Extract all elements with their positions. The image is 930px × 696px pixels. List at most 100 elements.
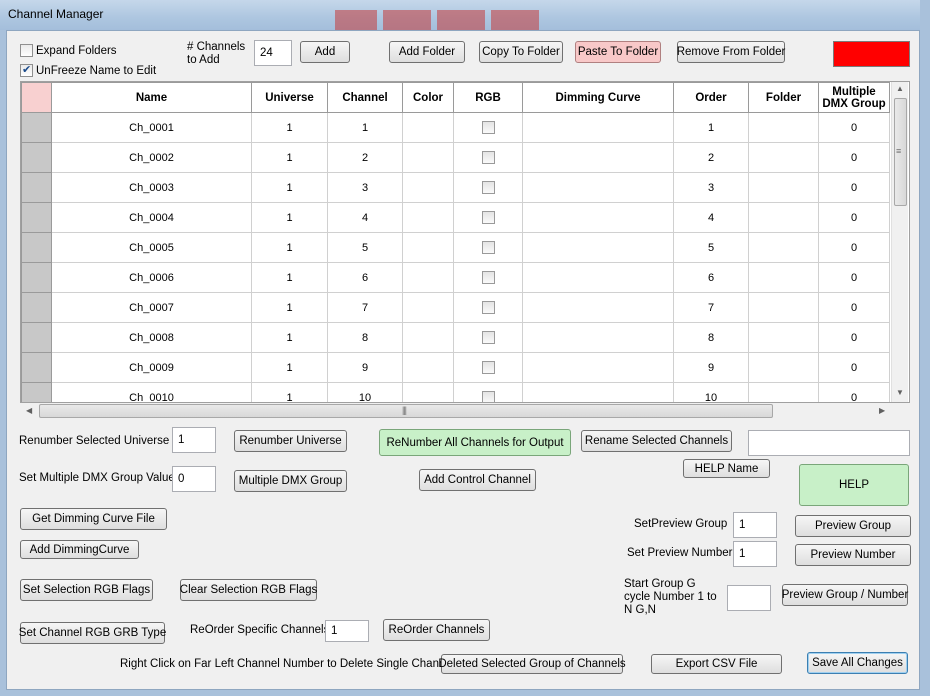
rename-input[interactable] <box>748 430 910 456</box>
expand-folders-checkbox[interactable]: Expand Folders <box>20 44 117 57</box>
cell-dimming-curve[interactable] <box>522 172 674 203</box>
cell-channel[interactable]: 5 <box>327 232 403 263</box>
cell-order[interactable]: 8 <box>673 322 749 353</box>
cell-universe[interactable]: 1 <box>251 262 328 293</box>
table-row[interactable]: Ch_0010 1 10 10 0 <box>21 382 890 402</box>
cell-rgb[interactable] <box>453 142 523 173</box>
row-header-cell[interactable] <box>21 112 52 143</box>
save-all-changes-button[interactable]: Save All Changes <box>807 652 908 674</box>
cell-folder[interactable] <box>748 382 819 402</box>
copy-to-folder-button[interactable]: Copy To Folder <box>479 41 563 63</box>
cell-channel[interactable]: 2 <box>327 142 403 173</box>
row-header-cell[interactable] <box>21 322 52 353</box>
cell-order[interactable]: 3 <box>673 172 749 203</box>
grid-vertical-scrollbar[interactable]: ▲ ≡ ▼ <box>891 82 908 402</box>
cell-name[interactable]: Ch_0004 <box>51 202 252 233</box>
paste-to-folder-button[interactable]: Paste To Folder <box>575 41 661 63</box>
cell-name[interactable]: Ch_0009 <box>51 352 252 383</box>
cell-rgb[interactable] <box>453 352 523 383</box>
row-header-cell[interactable] <box>21 232 52 263</box>
column-header-color[interactable]: Color <box>402 82 454 113</box>
cell-folder[interactable] <box>748 172 819 203</box>
cell-rgb[interactable] <box>453 172 523 203</box>
cell-channel[interactable]: 6 <box>327 262 403 293</box>
cell-color[interactable] <box>402 202 454 233</box>
renumber-universe-input[interactable] <box>172 427 216 453</box>
cell-universe[interactable]: 1 <box>251 382 328 402</box>
cell-universe[interactable]: 1 <box>251 322 328 353</box>
cell-channel[interactable]: 10 <box>327 382 403 402</box>
preview-number-button[interactable]: Preview Number <box>795 544 911 566</box>
cell-multiple-dmx-group[interactable]: 0 <box>818 382 890 402</box>
cell-order[interactable]: 5 <box>673 232 749 263</box>
cell-channel[interactable]: 4 <box>327 202 403 233</box>
cell-multiple-dmx-group[interactable]: 0 <box>818 172 890 203</box>
rgb-checkbox[interactable] <box>481 391 495 402</box>
column-header-multiple-dmx-group[interactable]: Multiple DMX Group <box>818 82 890 113</box>
cell-color[interactable] <box>402 232 454 263</box>
cell-dimming-curve[interactable] <box>522 352 674 383</box>
cell-multiple-dmx-group[interactable]: 0 <box>818 322 890 353</box>
table-row[interactable]: Ch_0009 1 9 9 0 <box>21 352 890 383</box>
cell-universe[interactable]: 1 <box>251 172 328 203</box>
cell-rgb[interactable] <box>453 202 523 233</box>
clear-selection-rgb-flags-button[interactable]: Clear Selection RGB Flags <box>180 579 317 601</box>
cell-multiple-dmx-group[interactable]: 0 <box>818 352 890 383</box>
column-header-order[interactable]: Order <box>673 82 749 113</box>
cell-folder[interactable] <box>748 112 819 143</box>
rgb-checkbox[interactable] <box>481 271 495 284</box>
channel-grid[interactable]: Name Universe Channel Color RGB Dimming … <box>20 81 910 403</box>
cell-name[interactable]: Ch_0008 <box>51 322 252 353</box>
cell-multiple-dmx-group[interactable]: 0 <box>818 112 890 143</box>
cell-channel[interactable]: 8 <box>327 322 403 353</box>
grid-horizontal-scrollbar[interactable]: ◀ ||| ▶ <box>21 403 891 419</box>
multiple-dmx-group-button[interactable]: Multiple DMX Group <box>234 470 347 492</box>
row-header-cell[interactable] <box>21 142 52 173</box>
grid-corner-cell[interactable] <box>21 82 52 113</box>
cell-universe[interactable]: 1 <box>251 112 328 143</box>
cell-channel[interactable]: 3 <box>327 172 403 203</box>
unfreeze-name-checkbox[interactable]: UnFreeze Name to Edit <box>20 63 156 77</box>
table-row[interactable]: Ch_0008 1 8 8 0 <box>21 322 890 353</box>
rgb-checkbox[interactable] <box>481 361 495 374</box>
scroll-left-arrow-icon[interactable]: ◀ <box>26 406 32 415</box>
cell-dimming-curve[interactable] <box>522 262 674 293</box>
cell-dimming-curve[interactable] <box>522 382 674 402</box>
cell-folder[interactable] <box>748 292 819 323</box>
renumber-all-channels-button[interactable]: ReNumber All Channels for Output <box>379 429 571 456</box>
cell-multiple-dmx-group[interactable]: 0 <box>818 232 890 263</box>
cell-color[interactable] <box>402 352 454 383</box>
row-header-cell[interactable] <box>21 292 52 323</box>
rgb-checkbox[interactable] <box>481 241 495 254</box>
cell-name[interactable]: Ch_0006 <box>51 262 252 293</box>
cell-rgb[interactable] <box>453 292 523 323</box>
cell-dimming-curve[interactable] <box>522 292 674 323</box>
scroll-right-arrow-icon[interactable]: ▶ <box>879 406 885 415</box>
rgb-checkbox[interactable] <box>481 211 495 224</box>
table-row[interactable]: Ch_0007 1 7 7 0 <box>21 292 890 323</box>
cell-rgb[interactable] <box>453 112 523 143</box>
cell-color[interactable] <box>402 322 454 353</box>
color-swatch[interactable] <box>833 41 910 67</box>
add-dimming-curve-button[interactable]: Add DimmingCurve <box>20 540 139 559</box>
export-csv-file-button[interactable]: Export CSV File <box>651 654 782 674</box>
cell-dimming-curve[interactable] <box>522 112 674 143</box>
cell-folder[interactable] <box>748 262 819 293</box>
cell-order[interactable]: 7 <box>673 292 749 323</box>
preview-group-number-button[interactable]: Preview Group / Number <box>782 584 908 606</box>
reorder-input[interactable] <box>325 620 369 642</box>
cell-dimming-curve[interactable] <box>522 322 674 353</box>
rgb-checkbox[interactable] <box>481 151 495 164</box>
cell-dimming-curve[interactable] <box>522 232 674 263</box>
cell-multiple-dmx-group[interactable]: 0 <box>818 262 890 293</box>
row-header-cell[interactable] <box>21 172 52 203</box>
cell-order[interactable]: 1 <box>673 112 749 143</box>
add-button[interactable]: Add <box>300 41 350 63</box>
row-header-cell[interactable] <box>21 382 52 402</box>
cell-channel[interactable]: 9 <box>327 352 403 383</box>
cell-color[interactable] <box>402 112 454 143</box>
cell-universe[interactable]: 1 <box>251 352 328 383</box>
row-header-cell[interactable] <box>21 202 52 233</box>
preview-group-input[interactable] <box>733 512 777 538</box>
column-header-channel[interactable]: Channel <box>327 82 403 113</box>
